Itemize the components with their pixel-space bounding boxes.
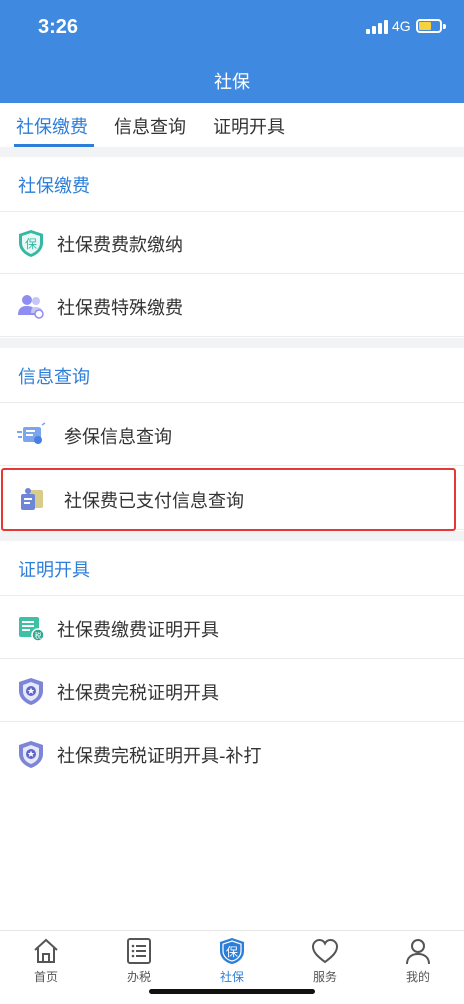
nav-label: 社保 [219,970,244,984]
svg-text:税: 税 [35,631,42,640]
section-header-payment: 社保缴费 [0,157,464,212]
info-card-icon [17,422,46,444]
highlight-box [1,468,456,531]
nav-mine[interactable]: 我的 [388,937,448,989]
page-title: 社保 [214,72,250,93]
status-bar: 3:26 4G [0,0,464,56]
section-title: 证明开具 [18,560,90,581]
nav-label: 服务 [312,970,337,984]
section-header-certificate: 证明开具 [0,541,464,596]
nav-social-insurance[interactable]: 保 社保 [202,937,262,989]
list-item-special-payment[interactable]: 社保费特殊缴费 [0,275,464,337]
network-type: 4G [392,18,411,34]
home-indicator [149,989,315,994]
star-badge-icon [19,741,43,768]
list-item-insured-info-query[interactable]: 参保信息查询 [0,404,464,466]
section-divider [0,531,464,541]
nav-label: 我的 [405,970,430,984]
empty-content-area [0,784,464,934]
shield-bao-icon: 保 [220,938,244,964]
nav-label: 首页 [33,970,58,984]
tab-bar: 社保缴费 信息查询 证明开具 [0,103,464,147]
tab-social-insurance-payment[interactable]: 社保缴费 [16,113,88,139]
list-item-label: 社保费缴费证明开具 [57,620,219,641]
section-divider [0,338,464,348]
nav-tax[interactable]: 办税 [109,937,169,989]
nav-home[interactable]: 首页 [16,937,76,989]
svg-text:保: 保 [226,945,238,959]
tab-certificate[interactable]: 证明开具 [213,113,285,139]
list-item-label: 社保费特殊缴费 [57,298,183,319]
section-divider [0,147,464,157]
list-item-fee-payment[interactable]: 保 社保费费款缴纳 [0,212,464,274]
status-time: 3:26 [38,16,79,38]
shield-bao-icon: 保 [19,230,43,257]
user-icon [406,939,430,965]
tax-document-icon: 税 [19,617,45,642]
heart-icon [311,938,339,964]
battery-icon [416,19,442,33]
star-badge-icon [19,678,43,705]
tab-info-query[interactable]: 信息查询 [114,113,186,139]
signal-icon [366,20,388,34]
section-header-query: 信息查询 [0,348,464,403]
home-icon [34,938,58,963]
section-title: 信息查询 [18,367,90,388]
section-title: 社保缴费 [18,176,90,197]
list-item-payment-certificate[interactable]: 税 社保费缴费证明开具 [0,597,464,659]
list-icon [127,938,151,964]
list-item-label: 社保费费款缴纳 [57,235,183,256]
list-item-label: 社保费完税证明开具 [57,683,219,704]
svg-text:保: 保 [25,237,37,251]
nav-label: 办税 [126,970,151,984]
list-item-label: 参保信息查询 [64,427,172,448]
people-icon [18,295,44,319]
app-header: 3:26 4G 社保 [0,0,464,103]
battery-tip [443,24,446,29]
nav-service[interactable]: 服务 [295,937,355,989]
list-item-label: 社保费完税证明开具-补打 [57,746,262,767]
list-item-tax-certificate[interactable]: 社保费完税证明开具 [0,660,464,722]
list-item-tax-certificate-reprint[interactable]: 社保费完税证明开具-补打 [0,723,464,785]
